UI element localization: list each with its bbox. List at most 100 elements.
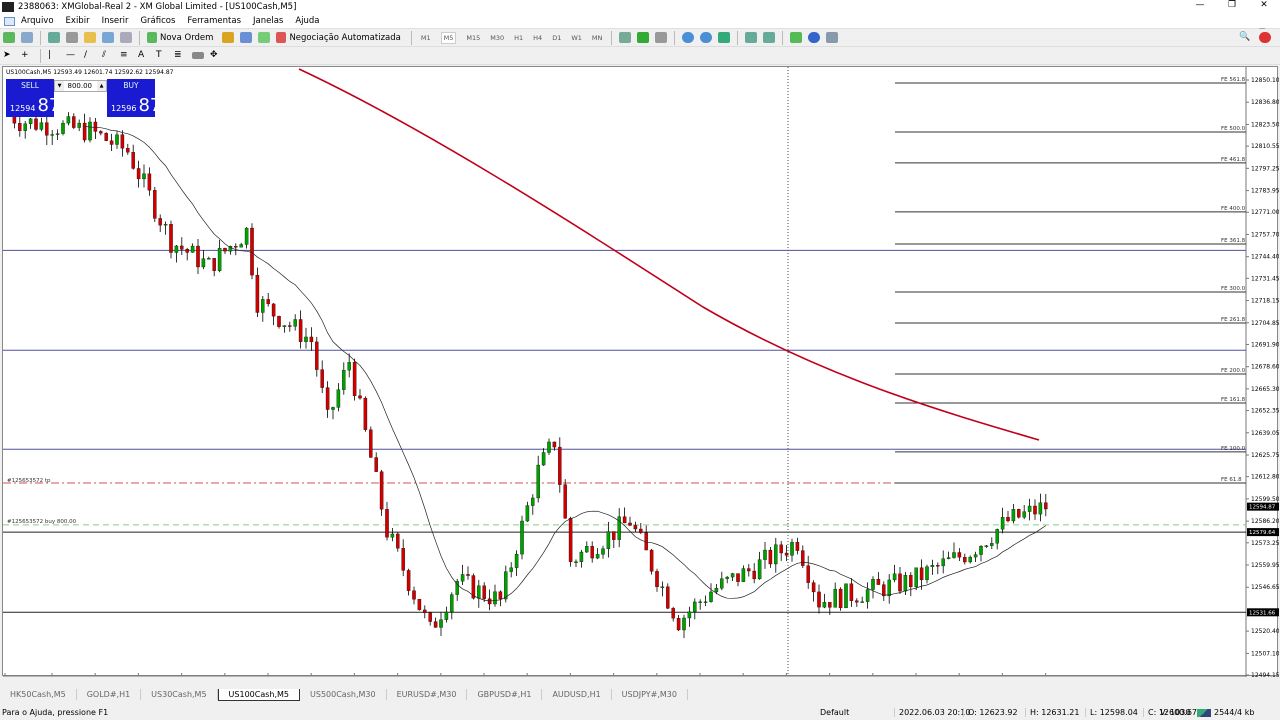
- chart-tab[interactable]: US30Cash,M5: [141, 689, 218, 700]
- candle: [55, 133, 60, 135]
- title-bar: 2388063: XMGlobal-Real 2 - XM Global Lim…: [0, 0, 1280, 14]
- zoom-in-icon[interactable]: [682, 32, 695, 43]
- chart-tab[interactable]: USDJPY#,M30: [612, 689, 688, 700]
- candle: [223, 248, 227, 252]
- menu-inserir[interactable]: Inserir: [102, 16, 129, 26]
- bar-chart-icon[interactable]: [619, 32, 632, 43]
- menu-graficos[interactable]: Gráficos: [140, 16, 175, 26]
- menu-ajuda[interactable]: Ajuda: [295, 16, 319, 26]
- minimize-button[interactable]: —: [1184, 0, 1216, 10]
- price-tag: 12579.64: [1249, 530, 1276, 536]
- timeframe-m5[interactable]: M5: [440, 31, 457, 44]
- chart-tab[interactable]: EURUSD#,M30: [387, 689, 468, 700]
- buy-button[interactable]: BUY 12596 87: [107, 79, 161, 117]
- equidistant-channel-icon[interactable]: ⫽: [102, 50, 114, 61]
- sell-button[interactable]: SELL 12594 87: [6, 79, 60, 117]
- window-title: 2388063: XMGlobal-Real 2 - XM Global Lim…: [18, 2, 297, 12]
- candle: [88, 121, 92, 141]
- timeframe-h1[interactable]: H1: [514, 34, 523, 42]
- candle: [790, 542, 794, 556]
- price-axis-label: 12850.10: [1251, 77, 1279, 84]
- restore-button[interactable]: ❐: [1216, 0, 1248, 10]
- new-chart-icon[interactable]: [3, 32, 15, 43]
- chart-canvas: 12850.10 12836.80 12823.50 12810.55 12797.25…: [3, 67, 1279, 677]
- tile-windows-icon[interactable]: [718, 32, 731, 43]
- candle: [768, 549, 773, 565]
- profiles-icon[interactable]: [21, 32, 33, 43]
- data-window-icon[interactable]: [66, 32, 78, 43]
- timeframe-mn[interactable]: MN: [592, 34, 602, 42]
- cursor-icon[interactable]: ➤: [3, 50, 15, 61]
- metaeditor-icon[interactable]: [222, 32, 235, 43]
- candle: [39, 122, 44, 130]
- price-axis-label: 12704.85: [1251, 320, 1279, 327]
- chart-shift-icon[interactable]: [745, 32, 758, 43]
- lot-size-input[interactable]: ▼ 800.00 ▲: [54, 80, 107, 92]
- terminal-icon[interactable]: [102, 32, 114, 43]
- chart-tab[interactable]: AUDUSD,H1: [542, 689, 612, 700]
- arrows-icon[interactable]: ✥: [210, 50, 222, 61]
- chart-tab[interactable]: GBPUSD#,H1: [467, 689, 543, 700]
- timeframe-h4[interactable]: H4: [533, 34, 542, 42]
- candle: [828, 602, 832, 608]
- candle: [552, 441, 557, 448]
- text-icon[interactable]: A: [138, 50, 150, 61]
- candle: [347, 362, 351, 371]
- lot-increase-button[interactable]: ▲: [97, 81, 106, 91]
- new-order-button[interactable]: Nova Ordem: [160, 33, 213, 43]
- menu-janelas[interactable]: Janelas: [253, 16, 283, 26]
- candle: [774, 544, 778, 565]
- menu-arquivo[interactable]: Arquivo: [21, 16, 54, 26]
- text-label-icon[interactable]: T: [156, 50, 168, 61]
- chart-tab[interactable]: US100Cash,M5: [217, 689, 301, 701]
- horizontal-line-icon[interactable]: —: [66, 50, 78, 61]
- chart-tab[interactable]: US500Cash,M30: [300, 689, 387, 700]
- candle: [936, 565, 940, 567]
- fibo-expansion-label: FE 261.8: [1221, 317, 1246, 323]
- menu-ferramentas[interactable]: Ferramentas: [187, 16, 241, 26]
- candle: [757, 559, 762, 580]
- timeframe-m30[interactable]: M30: [490, 34, 504, 42]
- timeframe-m15[interactable]: M15: [466, 34, 480, 42]
- close-button[interactable]: ✕: [1248, 0, 1280, 10]
- search-icon[interactable]: 🔍: [1239, 32, 1251, 43]
- candlestick-icon[interactable]: [637, 32, 650, 43]
- auto-scroll-icon[interactable]: [763, 32, 776, 43]
- periods-icon[interactable]: [808, 32, 821, 43]
- strategy-tester-icon[interactable]: [120, 32, 132, 43]
- menu-bar: Arquivo Exibir Inserir Gráficos Ferramen…: [0, 14, 1280, 37]
- notification-icon[interactable]: [1259, 32, 1271, 43]
- navigator-icon[interactable]: [84, 32, 96, 43]
- candle: [77, 122, 81, 128]
- candle: [574, 561, 578, 563]
- timeframe-m1[interactable]: M1: [421, 34, 431, 42]
- vertical-line-icon[interactable]: |: [48, 50, 60, 61]
- candle: [698, 601, 702, 603]
- auto-trading-button[interactable]: Negociação Automatizada: [289, 33, 400, 43]
- trendline-icon[interactable]: /: [84, 50, 96, 61]
- chart-tab[interactable]: GOLD#,H1: [77, 689, 142, 700]
- market-watch-icon[interactable]: [48, 32, 60, 43]
- chart-window-icon[interactable]: [4, 16, 15, 26]
- rectangle-icon[interactable]: [192, 52, 204, 59]
- price-axis-label: 12836.80: [1251, 99, 1279, 106]
- bar-datetime: 2022.06.03 20:10: [894, 708, 970, 717]
- candle: [860, 601, 864, 603]
- line-chart-icon[interactable]: [655, 32, 668, 43]
- menu-exibir[interactable]: Exibir: [66, 16, 90, 26]
- price-chart[interactable]: 12850.10 12836.80 12823.50 12810.55 12797.25…: [2, 66, 1279, 677]
- signals-icon[interactable]: [258, 32, 271, 43]
- candle: [417, 599, 422, 611]
- fibo-fan-icon[interactable]: ≣: [174, 50, 186, 61]
- templates-icon[interactable]: [826, 32, 839, 43]
- timeframe-d1[interactable]: D1: [552, 34, 561, 42]
- lot-decrease-button[interactable]: ▼: [55, 81, 64, 91]
- crosshair-icon[interactable]: +: [21, 50, 33, 61]
- chart-tab[interactable]: HK50Cash,M5: [0, 689, 77, 700]
- zoom-out-icon[interactable]: [700, 32, 713, 43]
- indicators-icon[interactable]: [790, 32, 803, 43]
- timeframe-w1[interactable]: W1: [571, 34, 582, 42]
- fibonacci-icon[interactable]: ≡: [120, 50, 132, 61]
- community-icon[interactable]: [240, 32, 253, 43]
- price-axis-label: 12797.25: [1251, 165, 1279, 172]
